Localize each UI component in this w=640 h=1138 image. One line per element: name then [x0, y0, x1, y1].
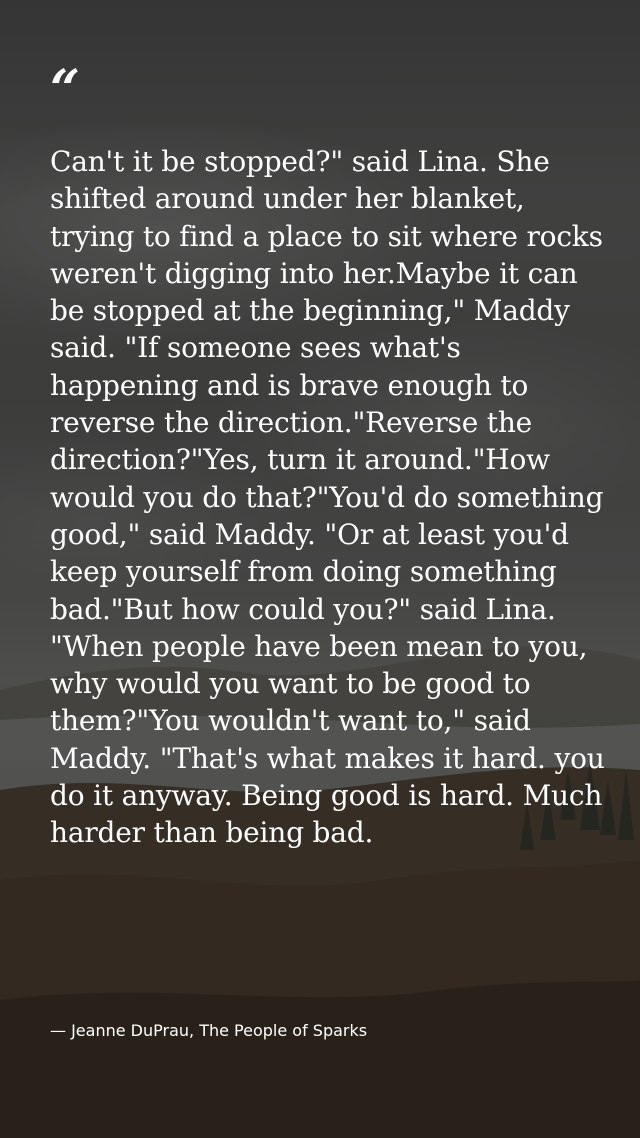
quote-attribution: — Jeanne DuPrau, The People of Sparks — [50, 1021, 368, 1040]
quote-mark-icon: “ — [50, 59, 80, 120]
quote-text: Can't it be stopped?" said Lina. She shi… — [50, 145, 605, 850]
